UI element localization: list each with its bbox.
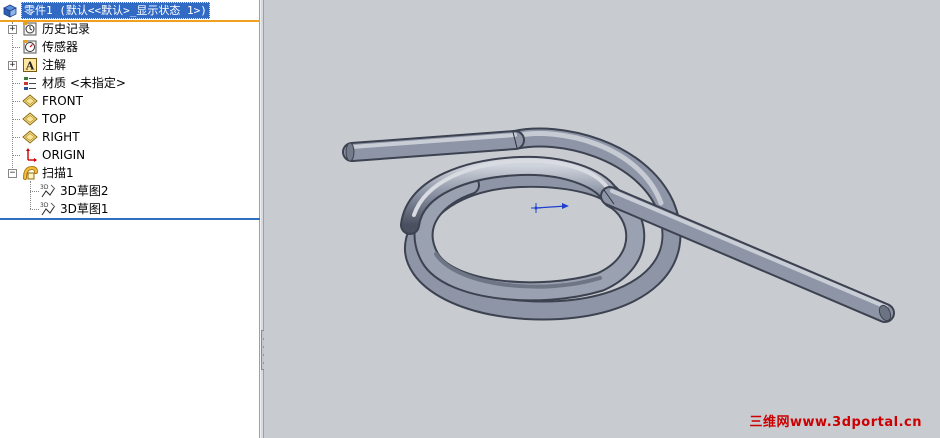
tree-item-label: FRONT: [42, 94, 83, 108]
origin-triad-icon: [531, 203, 569, 213]
tree-item-label: 注解: [42, 58, 67, 72]
sensor-icon: [23, 40, 37, 54]
tree-connector: [30, 191, 39, 192]
sweep-feature-icon: [23, 165, 38, 180]
tree-connector-vertical: [30, 181, 31, 209]
tree-item-label: ORIGIN: [42, 148, 86, 162]
collapse-sweep-button[interactable]: −: [8, 169, 17, 178]
annotation-icon: A: [23, 58, 37, 73]
tree-item-top-plane[interactable]: TOP: [22, 110, 66, 128]
svg-text:3D: 3D: [40, 184, 49, 191]
material-icon: [24, 77, 36, 90]
tree-item-label: 历史记录: [42, 22, 91, 36]
tree-item-label: 3D草图1: [60, 202, 109, 216]
tree-connector: [12, 101, 20, 102]
tree-item-history[interactable]: 历史记录: [22, 20, 90, 38]
tree-connector: [12, 119, 20, 120]
tree-item-origin[interactable]: ORIGIN: [22, 146, 85, 164]
tree-item-label: 3D草图2: [60, 184, 109, 198]
plane-icon: [22, 130, 38, 144]
tree-connector: [12, 83, 20, 84]
svg-text:A: A: [25, 60, 35, 73]
sketch-3d-icon: 3D: [40, 202, 56, 216]
svg-text:3D: 3D: [40, 202, 49, 209]
tree-item-label: 材质 <未指定>: [42, 76, 126, 90]
tree-item-front-plane[interactable]: FRONT: [22, 92, 83, 110]
tree-connector: [30, 209, 39, 210]
plane-icon: [22, 112, 38, 126]
tree-item-label: 传感器: [42, 40, 79, 54]
tree-root[interactable]: 零件1 (默认<<默认>_显示状态 1>): [2, 2, 210, 19]
tree-connector-vertical: [12, 22, 13, 174]
origin-icon: [26, 148, 37, 162]
tree-item-sweep[interactable]: 扫描1: [22, 164, 74, 182]
watermark: 三维网www.3dportal.cn: [749, 415, 922, 430]
sketch-3d-icon: 3D: [40, 184, 56, 198]
tree-item-label: TOP: [42, 112, 67, 126]
tree-item-material[interactable]: 材质 <未指定>: [22, 74, 126, 92]
rollback-bar[interactable]: [0, 218, 260, 220]
tree-item-sensors[interactable]: 传感器: [22, 38, 78, 56]
tree-connector: [12, 137, 20, 138]
tree-connector: [12, 47, 20, 48]
tree-connector: [12, 155, 20, 156]
plane-icon: [22, 94, 38, 108]
feature-manager-tree: 零件1 (默认<<默认>_显示状态 1>) + 历史记录 传感器 + A 注解 …: [0, 0, 260, 438]
tree-item-right-plane[interactable]: RIGHT: [22, 128, 80, 146]
expand-annotations-button[interactable]: +: [8, 61, 17, 70]
tree-item-label: 扫描1: [42, 166, 74, 180]
tree-root-label: 零件1 (默认<<默认>_显示状态 1>): [21, 2, 210, 19]
graphics-viewport[interactable]: [264, 0, 940, 438]
tree-item-3d-sketch-1[interactable]: 3D 3D草图1: [40, 200, 109, 218]
spring-model[interactable]: [264, 0, 940, 438]
expand-history-button[interactable]: +: [8, 25, 17, 34]
tree-item-annotations[interactable]: A 注解: [22, 56, 66, 74]
history-icon: [23, 22, 37, 36]
part-icon: [3, 4, 17, 18]
tree-item-3d-sketch-2[interactable]: 3D 3D草图2: [40, 182, 109, 200]
tree-item-label: RIGHT: [42, 130, 80, 144]
